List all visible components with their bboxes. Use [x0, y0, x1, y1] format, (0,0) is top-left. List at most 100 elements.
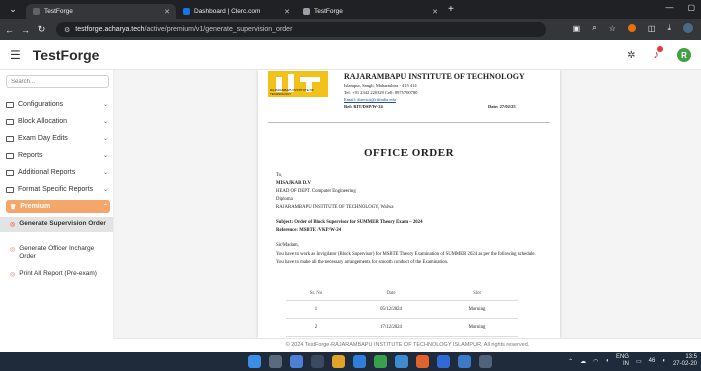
- app-footer: © 2024 TestForge-RAJARAMBAPU INSTITUTE O…: [114, 338, 701, 352]
- sidebar-item-label: Exam Day Edits: [18, 135, 68, 142]
- new-tab-icon[interactable]: +: [448, 4, 454, 15]
- sidebar-item-format-specific-reports[interactable]: Format Specific Reports ⌄: [6, 183, 110, 196]
- table-cell: 2: [286, 318, 346, 337]
- table-header-row: Sr. No Date Slot: [286, 288, 518, 301]
- table-header: Sr. No: [286, 288, 346, 301]
- tab-close-icon[interactable]: ✕: [164, 8, 170, 16]
- hamburger-menu-icon[interactable]: ☰: [10, 48, 21, 62]
- sidebar: Configurations ⌄ Block Allocation ⌄ Exam…: [0, 70, 114, 338]
- document-body: You have to work as Invigilator (Block S…: [276, 252, 536, 265]
- recipient-program: Diploma: [276, 197, 293, 202]
- chevron-up-icon: ⌃: [102, 204, 108, 210]
- sidebar-item-configurations[interactable]: Configurations ⌄: [6, 98, 110, 111]
- minimize-icon[interactable]: —: [665, 3, 673, 12]
- user-avatar[interactable]: R: [677, 48, 691, 62]
- reload-icon[interactable]: ↻: [35, 24, 48, 35]
- system-tray: ⌃ ☁ ◠ ◖ ENG IN ▭ 46 ◐ 13:5 27-02-20: [568, 354, 697, 368]
- brightness-icon[interactable]: ◐: [662, 358, 666, 364]
- document-preview-area[interactable]: RAJARAMBAPU INSTITUTE OF TECHNOLOGY RAJA…: [114, 70, 701, 338]
- tab-favicon-icon: [33, 8, 40, 15]
- task-view-icon[interactable]: [269, 355, 282, 368]
- crown-icon: ♛: [10, 203, 17, 211]
- extension-icon[interactable]: [627, 24, 636, 32]
- settings-gear-icon[interactable]: ✲: [627, 50, 635, 61]
- clock-time: 13:5: [685, 354, 697, 360]
- wifi-icon[interactable]: ◠: [593, 358, 598, 365]
- sidebar-subitem-generate-supervision-order[interactable]: ◎ Generate Supervision Order: [0, 217, 113, 232]
- language-indicator[interactable]: ENG IN: [616, 354, 629, 368]
- folder-icon: [6, 101, 14, 108]
- sidebar-item-additional-reports[interactable]: Additional Reports ⌄: [6, 166, 110, 179]
- lang-code: ENG: [615, 354, 629, 360]
- schedule-table: Sr. No Date Slot 1 05/12/2024 Morning 2 …: [286, 288, 518, 337]
- table-cell: Morning: [436, 318, 518, 337]
- chevron-down-icon: ⌄: [102, 187, 108, 193]
- clock-date: 27-02-20: [672, 361, 697, 367]
- table-cell: 17/12/2024: [346, 318, 436, 337]
- tab-favicon-icon: [303, 8, 310, 15]
- printer-icon: ◎: [10, 272, 16, 278]
- back-icon[interactable]: ←: [3, 25, 16, 35]
- table-cell: 05/12/2024: [346, 300, 436, 319]
- mail-icon[interactable]: [290, 355, 303, 368]
- edge-icon[interactable]: [353, 355, 366, 368]
- chrome-icon[interactable]: [332, 355, 345, 368]
- document-subject: Subject: Order of Block Supervisor for S…: [276, 220, 423, 225]
- whatsapp-icon[interactable]: [374, 355, 387, 368]
- sidebar-item-label: Premium: [20, 203, 51, 210]
- document-icon: ◎: [10, 222, 16, 228]
- forward-icon[interactable]: →: [19, 25, 32, 35]
- address-bar[interactable]: ⚙ testforge.acharya.tech /active/premium…: [56, 22, 546, 37]
- explorer-icon[interactable]: [458, 355, 471, 368]
- search-icon[interactable]: [311, 355, 324, 368]
- terminal-icon[interactable]: [479, 355, 492, 368]
- maximize-icon[interactable]: ▢: [687, 3, 695, 12]
- browser-tab-dashboard[interactable]: Dashboard | Clerc.com ✕: [176, 4, 296, 19]
- sidebar-subitem-print-all-report[interactable]: ◎ Print All Report (Pre-exam): [0, 267, 113, 282]
- sidebar-item-label: Configurations: [18, 101, 64, 108]
- volume-icon[interactable]: ◖: [605, 358, 609, 364]
- browser-toolbar-right: ▣ ⌕ ☆ ◫ ⤓: [573, 23, 693, 33]
- table-row: 2 17/12/2024 Morning: [286, 318, 518, 337]
- notification-badge: [657, 46, 663, 52]
- tray-chevron-icon[interactable]: ⌃: [568, 358, 573, 365]
- tab-close-icon[interactable]: ✕: [432, 8, 438, 16]
- recipient-name: MISAJKAR D.V: [276, 181, 311, 186]
- sidebar-item-exam-day-edits[interactable]: Exam Day Edits ⌄: [6, 132, 110, 145]
- sidebar-item-block-allocation[interactable]: Block Allocation ⌄: [6, 115, 110, 128]
- profile-icon[interactable]: [683, 23, 693, 33]
- sidebar-item-label: Reports: [18, 152, 43, 159]
- zoom-icon[interactable]: ⌕: [592, 23, 596, 33]
- browser-tab-testforge[interactable]: TestForge ✕: [26, 4, 176, 19]
- office-order-document: RAJARAMBAPU INSTITUTE OF TECHNOLOGY RAJA…: [258, 70, 560, 338]
- teams-icon[interactable]: [395, 355, 408, 368]
- os-taskbar: ⌃ ☁ ◠ ◖ ENG IN ▭ 46 ◐ 13:5 27-02-20: [0, 352, 701, 371]
- sidebar-item-label: Block Allocation: [18, 118, 68, 125]
- translate-icon[interactable]: ▣: [573, 24, 581, 33]
- bookmark-star-icon[interactable]: ☆: [609, 24, 616, 33]
- app-icon[interactable]: [416, 355, 429, 368]
- app-header: ☰ TestForge ✲ ♪ R: [0, 40, 701, 70]
- document-title: OFFICE ORDER: [363, 147, 455, 159]
- sidebar-search-input[interactable]: [6, 75, 109, 88]
- notification-bell-icon[interactable]: ♪: [654, 46, 663, 61]
- institute-address: Islampur, Sangli, Maharashtra - 415 414: [344, 83, 417, 88]
- store-icon[interactable]: [437, 355, 450, 368]
- tab-search-icon[interactable]: ⌄: [0, 0, 26, 19]
- browser-tab-testforge-2[interactable]: TestForge ✕: [296, 4, 444, 19]
- windows-start-icon[interactable]: [248, 355, 261, 368]
- battery-level: 46: [648, 358, 656, 364]
- download-icon[interactable]: ⤓: [667, 23, 671, 33]
- chevron-down-icon: ⌄: [102, 102, 108, 108]
- sidebar-item-premium[interactable]: ♛ Premium ⌃: [6, 200, 110, 213]
- sidebar-subitem-generate-officer-incharge-order[interactable]: ◎ Generate Officer Incharge Order: [0, 242, 113, 264]
- document-date: Date: 27/02/25: [488, 104, 516, 109]
- cloud-icon[interactable]: ☁: [580, 358, 586, 365]
- salutation: Sir/Madam,: [276, 243, 299, 248]
- extensions-puzzle-icon[interactable]: ◫: [648, 24, 656, 33]
- sidebar-item-reports[interactable]: Reports ⌄: [6, 149, 110, 162]
- header-actions: ✲ ♪ R: [627, 46, 691, 62]
- tab-close-icon[interactable]: ✕: [284, 8, 290, 16]
- clock[interactable]: 13:5 27-02-20: [673, 354, 697, 368]
- site-info-icon[interactable]: ⚙: [64, 26, 70, 34]
